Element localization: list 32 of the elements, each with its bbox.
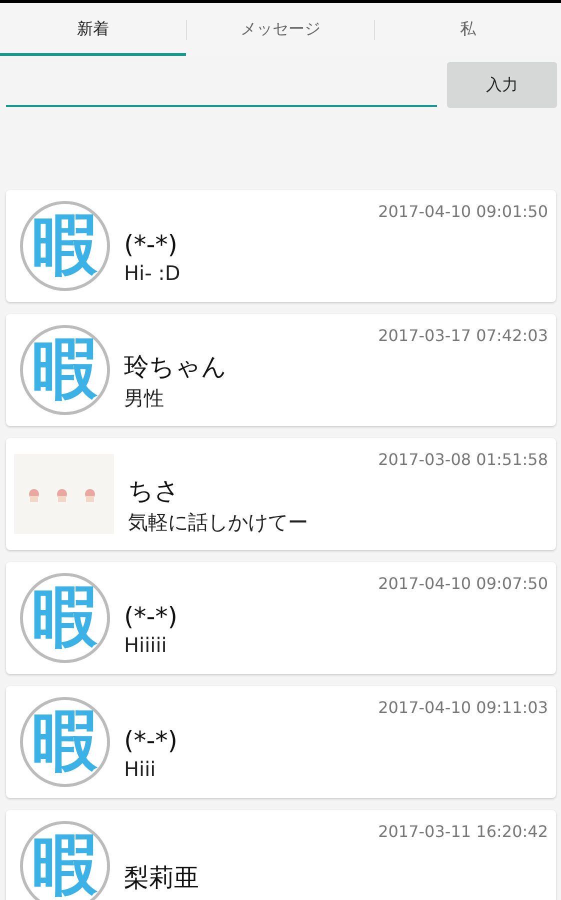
feed-card[interactable]: 暇 2017-04-10 09:01:50 (*-*) Hi- :D: [6, 190, 556, 302]
feed-card[interactable]: 暇 2017-03-17 07:42:03 玲ちゃん 男性: [6, 314, 556, 426]
user-name: (*-*): [124, 726, 178, 754]
timestamp: 2017-03-11 16:20:42: [378, 822, 548, 841]
message-text: Hiii: [124, 756, 156, 780]
user-name: (*-*): [124, 602, 178, 630]
avatar-logo: 暇: [20, 201, 110, 291]
user-name: 玲ちゃん: [124, 351, 227, 383]
tab[interactable]: 新着: [0, 3, 186, 56]
user-name: (*-*): [124, 230, 178, 258]
user-name: 梨莉亜: [124, 862, 199, 894]
message-text: 男性: [124, 385, 164, 412]
avatar-logo: 暇: [20, 697, 110, 787]
tab[interactable]: メッセージ: [187, 3, 374, 56]
input-button[interactable]: 入力: [447, 62, 557, 108]
timestamp: 2017-04-10 09:11:03: [378, 698, 548, 717]
avatar-logo: 暇: [20, 325, 110, 415]
timestamp: 2017-03-08 01:51:58: [378, 450, 548, 469]
timestamp: 2017-04-10 09:01:50: [378, 202, 548, 221]
feed-card[interactable]: 暇 2017-04-10 09:11:03 (*-*) Hiii: [6, 686, 556, 798]
timestamp: 2017-04-10 09:07:50: [378, 574, 548, 593]
avatar-logo: 暇: [20, 573, 110, 663]
feed-card[interactable]: 2017-03-08 01:51:58 ちさ 気軽に話しかけてー: [6, 438, 556, 550]
message-text: Hiiiii: [124, 632, 167, 656]
message-text: 気軽に話しかけてー: [128, 509, 308, 536]
user-name: ちさ: [128, 475, 180, 507]
timestamp: 2017-03-17 07:42:03: [378, 326, 548, 345]
avatar-logo: 暇: [20, 821, 110, 900]
feed-card[interactable]: 暇 2017-04-10 09:07:50 (*-*) Hiiiii: [6, 562, 556, 674]
tab[interactable]: 私: [374, 3, 561, 56]
message-text: Hi- :D: [124, 260, 180, 284]
feed-card[interactable]: 暇 2017-03-11 16:20:42 梨莉亜: [6, 810, 556, 900]
